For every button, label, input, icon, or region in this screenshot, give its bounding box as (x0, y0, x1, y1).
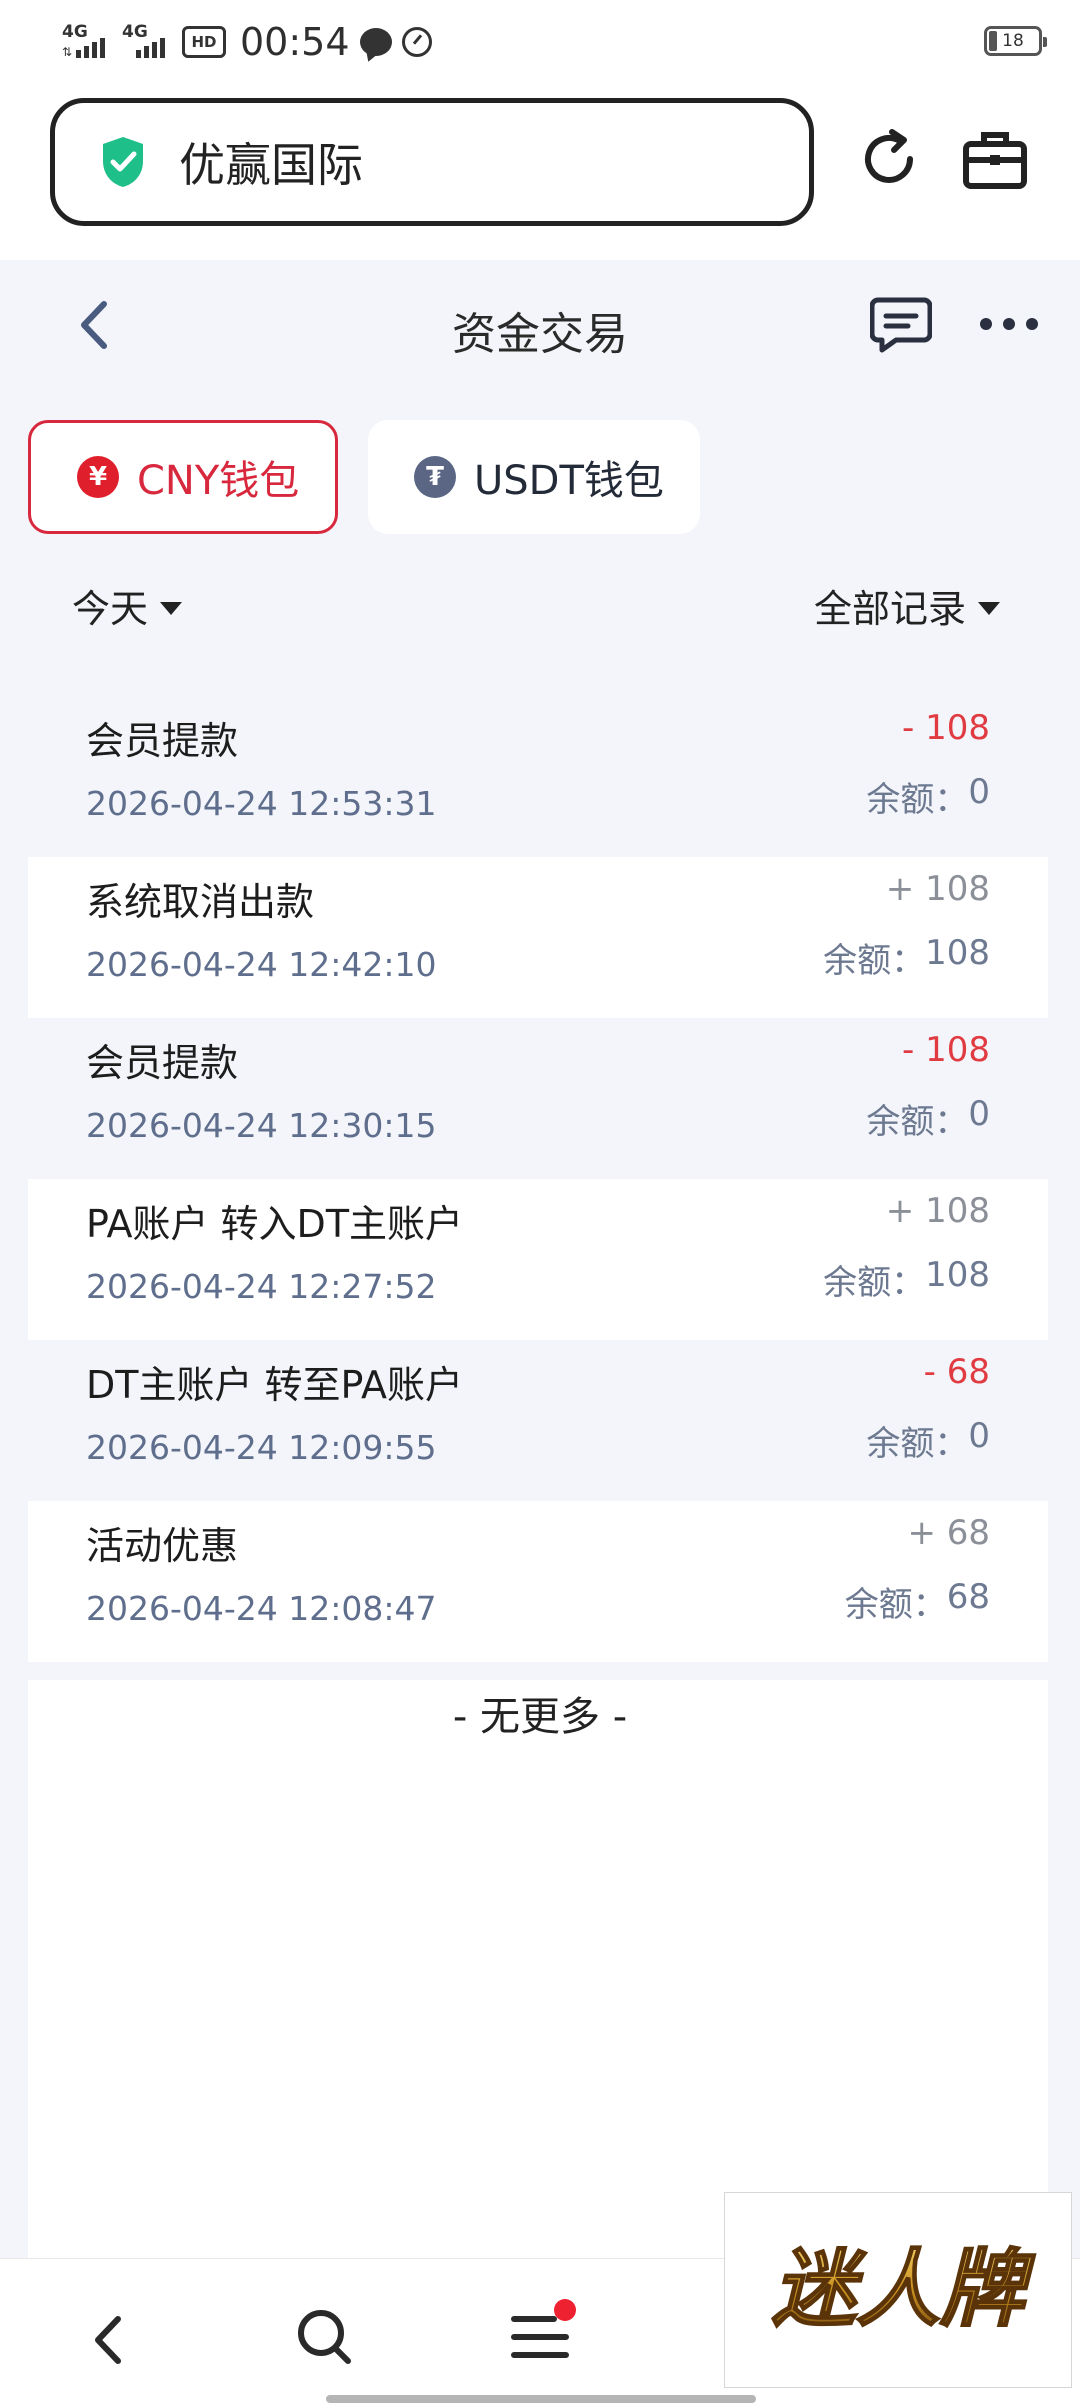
transaction-list: 会员提款 2026-04-24 12:53:31 - 108 余额： 0 系统取消… (28, 696, 1048, 1662)
hd-label: HD (191, 33, 217, 51)
transaction-name: 活动优惠 (86, 1524, 239, 1568)
balance-label: 余额： (866, 1424, 969, 1464)
transaction-time: 2026-04-24 12:30:15 (86, 1106, 437, 1145)
date-filter-dropdown[interactable]: 今天 (72, 578, 183, 633)
browser-bar: 优赢国际 (0, 86, 1080, 260)
transaction-amount: + 108 (885, 1191, 990, 1231)
transaction-name: 系统取消出款 (86, 880, 315, 924)
browser-back-icon[interactable] (88, 2311, 128, 2369)
transaction-balance: 余额： 108 (823, 933, 990, 982)
transaction-name: PA账户 转入DT主账户 (86, 1202, 464, 1246)
transaction-time: 2026-04-24 12:53:31 (86, 784, 437, 823)
balance-label: 余额： (866, 1102, 969, 1142)
transaction-row[interactable]: 系统取消出款 2026-04-24 12:42:10 + 108 余额： 108 (28, 857, 1048, 1018)
transaction-amount: - 68 (923, 1352, 990, 1392)
address-bar[interactable]: 优赢国际 (50, 98, 814, 226)
transaction-time: 2026-04-24 12:08:47 (86, 1589, 437, 1628)
balance-value: 108 (925, 933, 990, 973)
wallet-tabs: ¥ CNY钱包 ₮ USDT钱包 (28, 420, 700, 534)
toolbox-icon[interactable] (962, 128, 1028, 190)
battery-icon: 18 (984, 26, 1047, 56)
watermark-logo-graphic: 迷人牌 (771, 2239, 1037, 2339)
speedometer-icon (401, 27, 432, 57)
transaction-amount: + 108 (885, 869, 990, 909)
search-icon[interactable] (294, 2305, 354, 2367)
balance-label: 余额： (844, 1585, 947, 1625)
filters: 今天 全部记录 (0, 570, 1080, 640)
secure-shield-icon (103, 137, 143, 187)
transaction-balance: 余额： 68 (845, 1577, 990, 1626)
type-filter-label: 全部记录 (813, 587, 966, 631)
type-filter-dropdown[interactable]: 全部记录 (814, 578, 1000, 633)
balance-value: 68 (946, 1577, 990, 1617)
transaction-time: 2026-04-24 12:09:55 (86, 1428, 437, 1467)
transaction-time: 2026-04-24 12:42:10 (86, 945, 437, 984)
transaction-balance: 余额： 0 (866, 1416, 990, 1465)
transaction-name: DT主账户 转至PA账户 (86, 1363, 464, 1407)
balance-value: 0 (968, 1416, 990, 1456)
balance-value: 108 (925, 1255, 990, 1295)
tab-cny-label: CNY钱包 (137, 458, 300, 504)
home-indicator[interactable] (326, 2395, 756, 2403)
transaction-row[interactable]: 会员提款 2026-04-24 12:30:15 - 108 余额： 0 (28, 1018, 1048, 1179)
more-options-icon[interactable] (980, 318, 1038, 332)
transaction-row[interactable]: PA账户 转入DT主账户 2026-04-24 12:27:52 + 108 余… (28, 1179, 1048, 1340)
caret-down-icon (160, 602, 183, 615)
funds-transactions-page: 资金交易 ¥ CNY钱包 ₮ USDT钱包 今天 全部记录 会员提款 2026-… (0, 260, 1080, 2260)
watermark-logo: 迷人牌 (724, 2192, 1072, 2388)
balance-value: 0 (968, 1094, 990, 1134)
cny-coin-icon: ¥ (77, 456, 119, 498)
transaction-amount: + 68 (907, 1513, 990, 1553)
nav-header: 资金交易 (0, 260, 1080, 390)
list-end-text: - 无更多 - (452, 1694, 628, 1740)
transaction-balance: 余额： 108 (823, 1255, 990, 1304)
transaction-row[interactable]: 活动优惠 2026-04-24 12:08:47 + 68 余额： 68 (28, 1501, 1048, 1662)
tab-usdt-label: USDT钱包 (474, 458, 664, 504)
caret-down-icon (978, 602, 1000, 615)
status-left: 4G ⇅ 4G HD 00:54 (62, 14, 432, 70)
balance-value: 0 (968, 772, 990, 812)
status-bar: 4G ⇅ 4G HD 00:54 18 (0, 0, 1080, 86)
notification-dot (554, 2299, 576, 2321)
tab-usdt-wallet[interactable]: ₮ USDT钱包 (368, 420, 700, 534)
signal-2-icon: 4G (122, 22, 172, 62)
transaction-amount: - 108 (902, 1030, 990, 1070)
balance-label: 余额： (823, 941, 926, 981)
date-filter-label: 今天 (72, 587, 149, 631)
clock: 00:54 (240, 20, 350, 64)
refresh-icon[interactable] (858, 128, 920, 190)
battery-level: 18 (1002, 31, 1024, 51)
balance-label: 余额： (866, 780, 969, 820)
svg-text:迷人牌: 迷人牌 (772, 2240, 1036, 2338)
list-background (28, 1680, 1048, 2260)
usdt-coin-icon: ₮ (414, 456, 456, 498)
transaction-balance: 余额： 0 (866, 1094, 990, 1143)
transaction-name: 会员提款 (86, 1041, 239, 1085)
address-title: 优赢国际 (179, 138, 363, 192)
transaction-amount: - 108 (902, 708, 990, 748)
hd-voice-icon: HD (182, 26, 226, 58)
message-notification-icon (359, 28, 392, 56)
transaction-name: 会员提款 (86, 719, 239, 763)
balance-label: 余额： (823, 1263, 926, 1303)
transaction-row[interactable]: DT主账户 转至PA账户 2026-04-24 12:09:55 - 68 余额… (28, 1340, 1048, 1501)
customer-service-message-icon[interactable] (870, 296, 932, 354)
transaction-balance: 余额： 0 (866, 772, 990, 821)
data-arrows-icon: ⇅ (62, 45, 73, 59)
transaction-row[interactable]: 会员提款 2026-04-24 12:53:31 - 108 余额： 0 (28, 696, 1048, 857)
signal-1-icon: 4G ⇅ (62, 22, 112, 62)
transaction-time: 2026-04-24 12:27:52 (86, 1267, 437, 1306)
tab-cny-wallet[interactable]: ¥ CNY钱包 (28, 420, 338, 534)
